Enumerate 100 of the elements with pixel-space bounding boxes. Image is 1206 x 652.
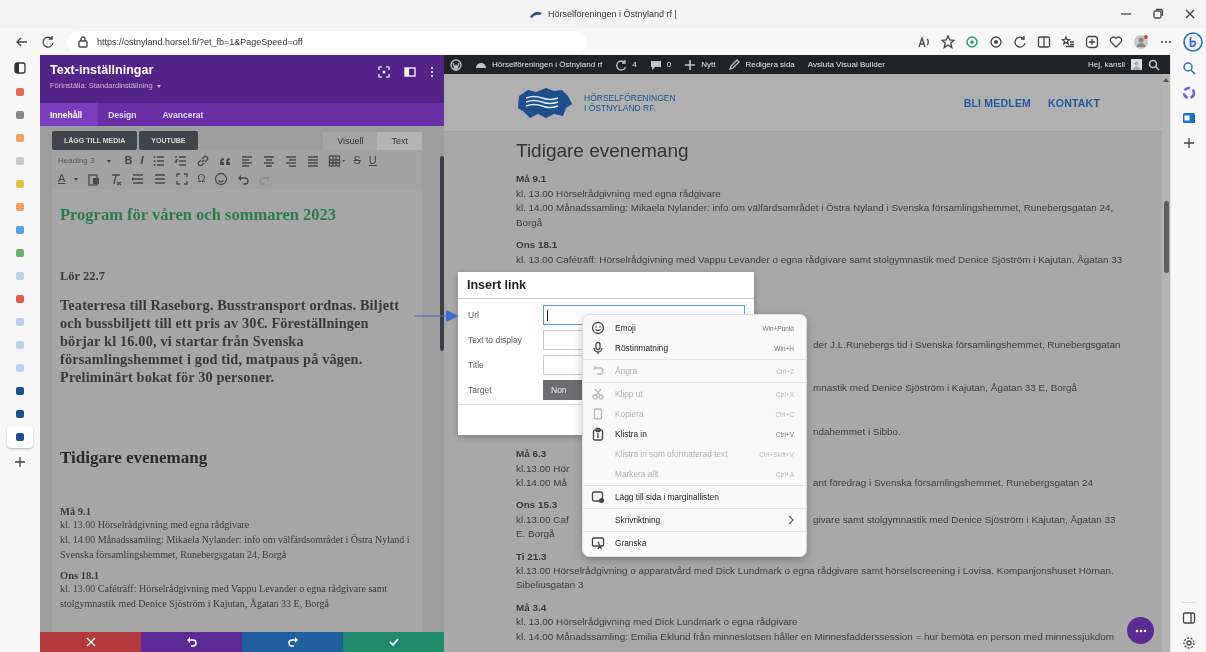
- numbered-list-icon[interactable]: [173, 153, 188, 168]
- justify-icon[interactable]: [305, 153, 320, 168]
- paragraph-text: kl. 13.00 Hörselrådgivning med egna rådgivare: [60, 518, 251, 532]
- indent-icon[interactable]: [153, 171, 168, 186]
- account-link[interactable]: Hej, kansli: [1088, 60, 1125, 69]
- event-text: kl. 14.00 Månadssamling: Emilia Eklund från minneslotsen håller en Minnesfadderssession = hur bemöta en person med minnessjukdom: [516, 629, 1115, 644]
- link-icon[interactable]: [195, 153, 210, 168]
- caret-icon[interactable]: [73, 175, 80, 182]
- table-icon[interactable]: [327, 153, 346, 168]
- event-text: givare samt stolgymnastik med Denice Sjöström i Kajutan, Ågatan 33: [813, 512, 1116, 527]
- editor-tab[interactable]: Text: [377, 132, 422, 150]
- caret-icon: [106, 157, 113, 164]
- collections-icon[interactable]: [1085, 34, 1099, 49]
- settings-tab[interactable]: Innehåll: [40, 103, 99, 126]
- event-text: kl.13.00 Caf: [516, 512, 570, 527]
- outdent-icon[interactable]: [131, 171, 146, 186]
- paragraph-text: Teaterresa till Raseborg. Busstransport ordnas. Biljett och bussbiljett till ett pris av 30€. Föreställningen börjar kl 16.00, vi startar från Svenska församlingshemmet i god tid, matpaus på vägen. Preliminärt bokat för 30 personer.: [60, 296, 401, 386]
- event-text: kl.13.00 Hör: [516, 461, 571, 476]
- paste-text-icon[interactable]: [87, 171, 102, 186]
- screen-icon: [591, 536, 605, 550]
- close-icon[interactable]: [1183, 7, 1197, 21]
- shapes-icon[interactable]: [1181, 86, 1196, 100]
- event-text: E. Borgå: [516, 527, 556, 542]
- tab-favicon-icon[interactable]: [15, 294, 25, 304]
- editor-tab[interactable]: Visuell: [323, 132, 378, 150]
- search-icon[interactable]: [1148, 58, 1160, 71]
- avatar-icon[interactable]: [1133, 33, 1149, 50]
- underline-button[interactable]: U: [368, 155, 377, 166]
- settings-tab[interactable]: Avancerat: [152, 103, 220, 126]
- restore-icon[interactable]: [1151, 7, 1165, 21]
- site-link[interactable]: Hörselföreningen i Östnyland rf: [492, 60, 603, 69]
- field-label: Title: [468, 360, 485, 370]
- new-link[interactable]: Nytt: [701, 60, 716, 69]
- date-text: Lör 22.7: [60, 269, 106, 284]
- edit-page-link[interactable]: Redigera sida: [745, 60, 795, 69]
- logo-text[interactable]: HÖRSELFÖRENINGEN: [584, 92, 676, 103]
- comment-icon[interactable]: [649, 58, 662, 71]
- settings-tab[interactable]: Design: [98, 103, 153, 126]
- sidebar-icon[interactable]: [1181, 611, 1196, 625]
- scrollbar-thumb[interactable]: [440, 156, 444, 351]
- new-tab-icon[interactable]: [13, 455, 27, 469]
- scroll-up-icon[interactable]: [1162, 77, 1170, 83]
- align-center-icon[interactable]: [261, 153, 276, 168]
- logo-text[interactable]: I ÖSTNYLAND RF.: [584, 102, 676, 113]
- event-date: Ons 15.3: [516, 498, 558, 513]
- align-right-icon[interactable]: [283, 153, 298, 168]
- clear-format-icon[interactable]: [109, 171, 124, 186]
- pencil-icon[interactable]: [728, 58, 741, 71]
- event-date: Må 9.1: [516, 172, 547, 187]
- tab-favicon-icon[interactable]: [15, 110, 25, 120]
- menu-item[interactable]: Lägg till sida i marginallisten: [583, 487, 806, 507]
- align-left-icon[interactable]: [239, 153, 254, 168]
- tab-actions-icon[interactable]: [14, 62, 26, 74]
- heading-text: Program för våren och sommaren 2023: [60, 205, 338, 225]
- mail-icon[interactable]: [1181, 111, 1196, 125]
- active-tab[interactable]: [7, 426, 33, 448]
- menu-item[interactable]: Skrivriktning: [583, 510, 806, 530]
- redo-button[interactable]: [242, 632, 343, 652]
- text-color-button[interactable]: A: [58, 173, 66, 184]
- split-view-icon[interactable]: [404, 66, 416, 78]
- emoji-icon: [591, 321, 605, 335]
- event-date: Ti 21.3: [516, 549, 547, 564]
- comments-count[interactable]: 0: [666, 60, 672, 69]
- undo-icon: [591, 364, 605, 378]
- annotation-arrow: [414, 310, 459, 322]
- special-character-button[interactable]: Ω: [197, 173, 206, 184]
- star-icon[interactable]: [941, 34, 955, 49]
- address-field[interactable]: https://ostnyland.horsel.fi/?et_fb=1&PageSpeed=off: [67, 30, 587, 53]
- emoji-icon[interactable]: [213, 171, 228, 186]
- bullet-list-icon[interactable]: [151, 153, 166, 168]
- menu-item[interactable]: Granska: [583, 533, 806, 553]
- event-text: kl. 13.00 Hörselrådgivning med Dick Lundmark o egna rådgivare: [516, 615, 798, 630]
- split-screen-icon[interactable]: [1037, 34, 1051, 49]
- scissors-icon: [591, 387, 605, 401]
- nav-link[interactable]: KONTAKT: [1048, 96, 1100, 109]
- scrollbar-thumb[interactable]: [1163, 201, 1169, 273]
- italic-button[interactable]: I: [140, 155, 144, 166]
- search-icon[interactable]: [1181, 61, 1196, 75]
- bold-button[interactable]: B: [124, 155, 133, 166]
- undo-button[interactable]: [141, 632, 242, 652]
- avatar-icon: [1131, 59, 1142, 70]
- format-dropdown[interactable]: Heading 3: [58, 156, 113, 165]
- favorites-icon[interactable]: [1061, 34, 1075, 49]
- strikethrough-button[interactable]: S: [353, 155, 361, 166]
- nav-link[interactable]: BLI MEDLEM: [963, 96, 1032, 109]
- caret-icon[interactable]: [155, 82, 162, 89]
- read-aloud-icon[interactable]: [917, 34, 931, 49]
- settings-icon[interactable]: [1181, 636, 1196, 650]
- heart-icon[interactable]: [1109, 34, 1123, 49]
- event-text: kl. 13.00 Caféträff: Hörselrådgivning med Vappu Levander o egna rådgivare samt stolgymnastik med Denice Sjöström i Kajutan, Ågatan 33: [516, 252, 1123, 267]
- plus-icon[interactable]: [1181, 136, 1196, 150]
- logo-icon[interactable]: [516, 85, 574, 120]
- refresh-icon[interactable]: [41, 34, 55, 49]
- exit-builder-link[interactable]: Avsluta Visual Builder: [807, 60, 885, 69]
- more-icon[interactable]: [430, 66, 434, 78]
- tab-favicon-icon[interactable]: [15, 386, 25, 396]
- updates-count[interactable]: 4: [632, 60, 637, 69]
- tab-favicon-icon[interactable]: [15, 409, 25, 419]
- refresh-icon[interactable]: [1013, 34, 1027, 49]
- fullscreen-icon[interactable]: [378, 66, 390, 78]
